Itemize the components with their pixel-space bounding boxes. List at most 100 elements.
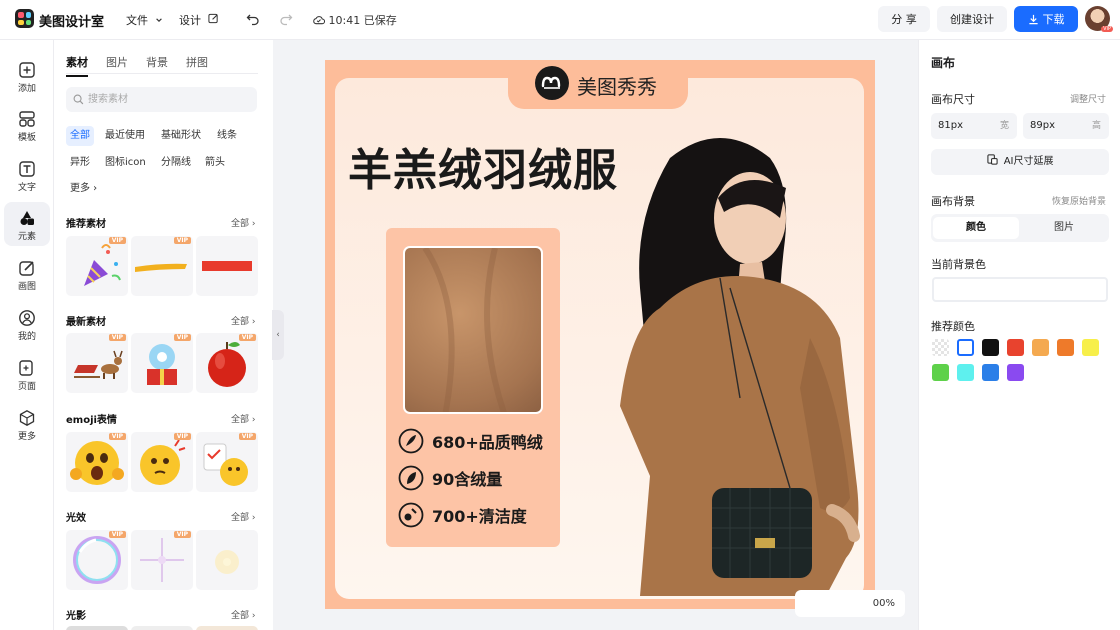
nav-elements-label: 元素 <box>17 232 36 242</box>
see-all-recommended[interactable]: 全部 › <box>231 216 255 229</box>
save-status: 10:41 已保存 <box>312 12 397 28</box>
material-thumb[interactable]: VIP <box>66 333 128 393</box>
see-all-emoji[interactable]: 全部 › <box>231 412 255 425</box>
resize-link[interactable]: 调整尺寸 <box>1070 92 1106 105</box>
nav-add[interactable]: 添加 <box>4 54 50 98</box>
see-all-latest[interactable]: 全部 › <box>231 314 255 327</box>
feature-item[interactable]: 680+品质鸭绒 <box>398 428 543 454</box>
material-thumb[interactable]: VIP <box>131 530 193 590</box>
chip-more[interactable]: 更多 › <box>66 179 101 199</box>
elements-icon <box>20 211 34 225</box>
feature-item[interactable]: 700+清洁度 <box>398 502 527 528</box>
cloud-saved-icon <box>313 16 326 25</box>
file-menu[interactable]: 文件 <box>126 12 163 28</box>
color-swatch[interactable] <box>932 364 949 381</box>
width-value: 81px <box>938 120 963 131</box>
vip-badge: VIP <box>108 334 126 341</box>
nav-more[interactable]: 更多 <box>4 402 50 446</box>
height-field[interactable]: 89px 高 <box>1023 113 1109 139</box>
draw-icon <box>19 261 34 276</box>
material-thumb[interactable]: VIP <box>196 432 258 492</box>
width-unit: 宽 <box>999 121 1009 131</box>
brush-stroke-icon <box>135 263 187 272</box>
nav-text[interactable]: 文字 <box>4 153 50 197</box>
ai-extend-button[interactable]: AI尺寸延展 <box>931 149 1109 175</box>
create-design-button[interactable]: 创建设计 <box>937 6 1007 32</box>
download-button[interactable]: 下载 <box>1014 6 1078 32</box>
material-thumb[interactable]: VIP <box>66 432 128 492</box>
current-bg-color-swatch[interactable] <box>932 277 1108 302</box>
app-logo-icon[interactable] <box>15 9 34 28</box>
nav-draw[interactable]: 画图 <box>4 252 50 296</box>
template-icon <box>19 111 35 127</box>
nav-mine[interactable]: 我的 <box>4 302 50 346</box>
chip-lines[interactable]: 线条 <box>213 126 241 146</box>
material-thumb[interactable]: VIP <box>66 530 128 590</box>
color-swatch[interactable] <box>1032 339 1049 356</box>
chip-basic-shapes[interactable]: 基础形状 <box>157 126 205 146</box>
model-photo[interactable] <box>600 118 865 596</box>
material-thumb[interactable]: VIP <box>131 333 193 393</box>
nav-templates[interactable]: 模板 <box>4 103 50 147</box>
material-thumb[interactable]: VIP <box>66 236 128 296</box>
canvas-size-label: 画布尺寸 <box>931 93 975 106</box>
chip-dividers[interactable]: 分隔线 <box>157 153 195 173</box>
nav-pages[interactable]: 页面 <box>4 352 50 396</box>
material-thumb[interactable] <box>66 626 128 630</box>
see-all-light-effects[interactable]: 全部 › <box>231 510 255 523</box>
text-icon <box>19 161 35 177</box>
chip-irregular[interactable]: 异形 <box>66 153 94 173</box>
bg-tab-image[interactable]: 图片 <box>1021 217 1107 239</box>
nav-elements[interactable]: 元素 <box>4 202 50 246</box>
clean-drop-icon <box>398 502 424 528</box>
chip-icons[interactable]: 图标icon <box>101 153 150 173</box>
chip-all[interactable]: 全部 <box>66 126 94 146</box>
color-swatch[interactable] <box>1057 339 1074 356</box>
material-thumb[interactable]: VIP <box>196 333 258 393</box>
color-swatch[interactable] <box>1082 339 1099 356</box>
material-thumb[interactable] <box>196 236 258 296</box>
red-bar-icon <box>202 261 252 271</box>
ai-resize-icon <box>986 154 998 165</box>
restore-bg-link[interactable]: 恢复原始背景 <box>1052 194 1106 207</box>
material-panel: 素材 图片 背景 拼图 搜索素材 全部 最近使用 基础形状 线条 异形 图标ic… <box>55 40 272 630</box>
avatar[interactable]: VIP <box>1085 6 1113 32</box>
undo-icon[interactable] <box>246 12 260 26</box>
chip-recent[interactable]: 最近使用 <box>101 126 149 146</box>
material-thumb[interactable]: VIP <box>131 432 193 492</box>
width-field[interactable]: 81px 宽 <box>931 113 1017 139</box>
bubble-ring-icon <box>73 536 121 584</box>
color-swatch[interactable] <box>982 339 999 356</box>
color-swatch[interactable] <box>957 364 974 381</box>
material-thumb[interactable] <box>196 626 258 630</box>
nav-pages-label: 页面 <box>17 382 36 392</box>
design-menu[interactable]: 设计 <box>179 12 219 28</box>
meitu-logo-icon <box>535 66 569 100</box>
share-button[interactable]: 分 享 <box>878 6 930 32</box>
collapse-panel-button[interactable]: ‹ <box>272 310 284 360</box>
properties-panel: 画布 画布尺寸 调整尺寸 81px 宽 89px 高 AI尺寸延展 画布背景 恢… <box>918 40 1120 630</box>
see-all-shadows[interactable]: 全部 › <box>231 608 255 621</box>
color-swatch[interactable] <box>932 339 949 356</box>
see-all-label: 全部 <box>231 415 250 425</box>
color-swatch[interactable] <box>982 364 999 381</box>
search-input[interactable]: 搜索素材 <box>66 87 257 112</box>
material-thumb[interactable] <box>196 530 258 590</box>
fabric-texture-image[interactable] <box>403 246 543 414</box>
plus-square-icon <box>19 62 35 78</box>
color-swatch[interactable] <box>1007 339 1024 356</box>
poster-headline[interactable]: 羊羔绒羽绒服 <box>348 134 618 198</box>
search-icon <box>73 94 84 105</box>
bg-tab-color[interactable]: 颜色 <box>933 217 1019 239</box>
material-thumb[interactable]: VIP <box>131 236 193 296</box>
cube-icon <box>19 410 35 426</box>
color-swatch[interactable] <box>1007 364 1024 381</box>
material-thumb[interactable] <box>131 626 193 630</box>
zoom-level[interactable]: 00% <box>795 590 905 617</box>
redo-icon[interactable] <box>279 12 293 26</box>
chip-arrows[interactable]: 箭头 <box>201 153 229 173</box>
feature-item[interactable]: 90含绒量 <box>398 465 502 491</box>
vip-badge: VIP <box>173 237 191 244</box>
user-icon <box>19 310 35 326</box>
color-swatch[interactable] <box>957 339 974 356</box>
